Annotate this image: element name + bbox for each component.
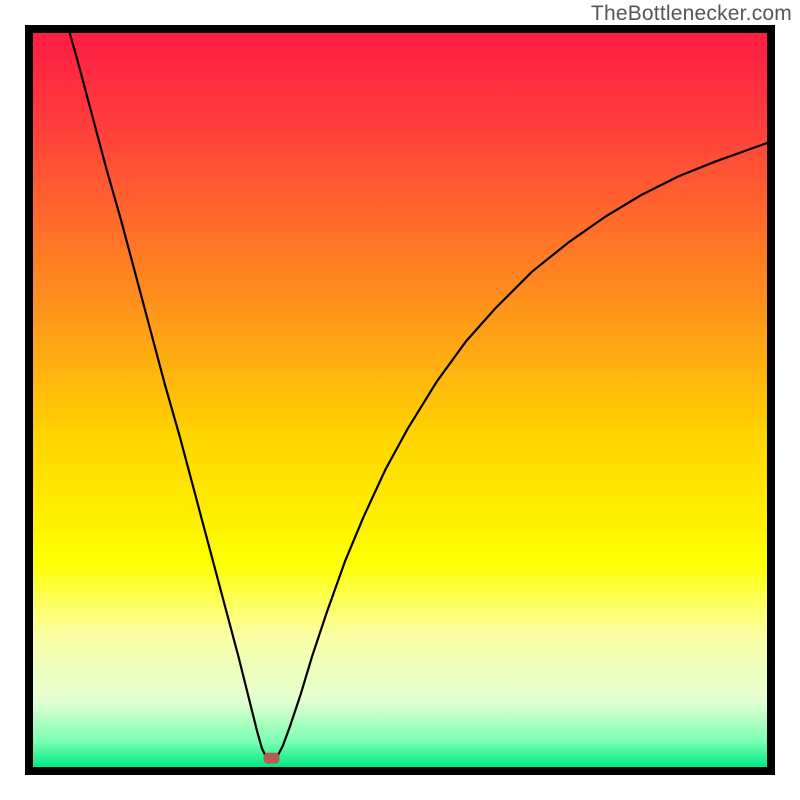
watermark-label: TheBottlenecker.com — [591, 2, 792, 26]
chart-svg — [33, 33, 767, 767]
optimum-marker — [264, 753, 280, 764]
chart-frame — [25, 25, 775, 775]
gradient-background — [33, 33, 767, 767]
plot-area — [33, 33, 767, 767]
